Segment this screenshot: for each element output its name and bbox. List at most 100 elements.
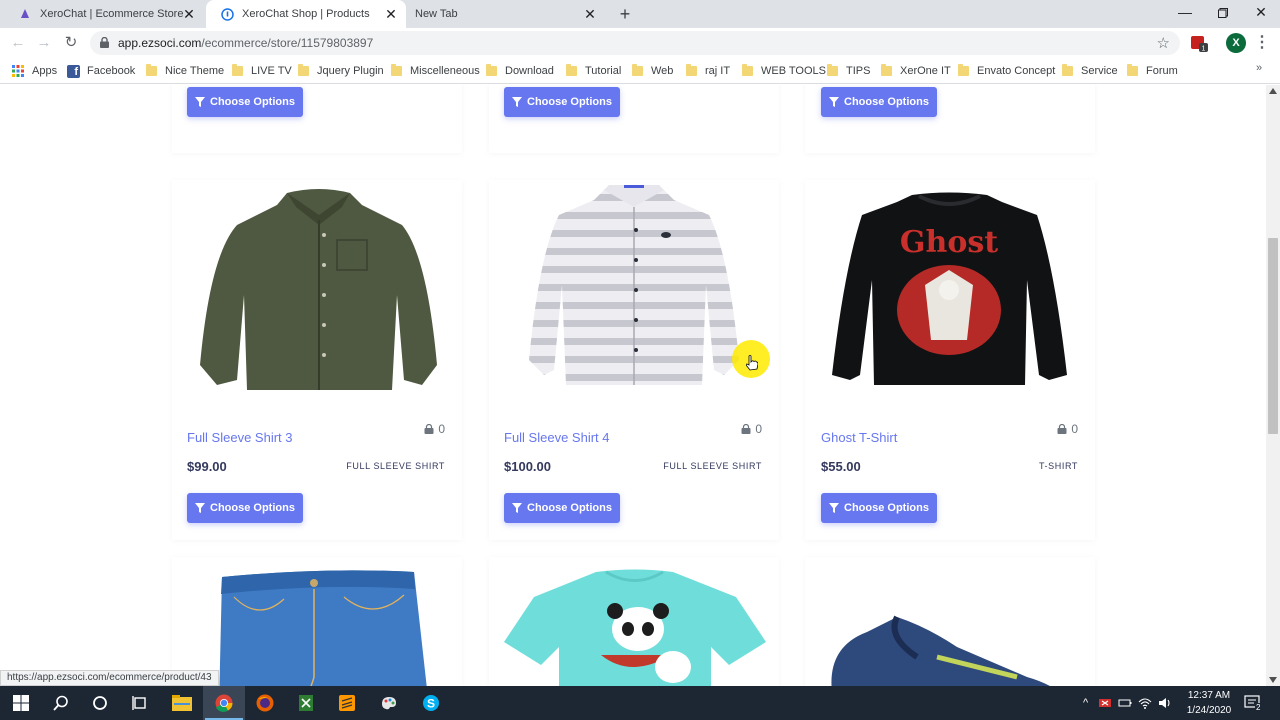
product-card[interactable]	[172, 557, 462, 686]
close-icon[interactable]: ✕	[583, 7, 597, 21]
chrome-menu-icon[interactable]: ⋮	[1254, 34, 1270, 52]
tab-shop-products[interactable]: XeroChat Shop | Products ✕	[206, 0, 406, 28]
sublime-icon[interactable]	[326, 686, 368, 720]
maximize-icon[interactable]	[1204, 0, 1242, 26]
bookmark-folder[interactable]: Envato Concept	[958, 63, 1055, 79]
store-page: Choose Options Choose Options Choose Opt…	[0, 85, 1266, 686]
close-icon[interactable]: ✕	[384, 7, 398, 21]
profile-avatar[interactable]: X	[1226, 33, 1246, 53]
panda-tshirt-image[interactable]	[501, 567, 769, 686]
browser-toolbar: ← → ↻ app.ezsoci.com/ecommerce/store/115…	[0, 28, 1280, 58]
firefox-icon[interactable]	[244, 686, 286, 720]
bookmark-label: Miscelleneous	[410, 65, 480, 77]
filter-icon	[829, 97, 840, 107]
minimize-icon[interactable]: —	[1166, 0, 1204, 26]
action-center-icon[interactable]: 2	[1244, 694, 1262, 712]
bookmark-label: Web	[651, 65, 674, 77]
start-icon[interactable]	[0, 686, 42, 720]
bookmark-folder[interactable]: raj IT	[686, 63, 730, 79]
scroll-up-icon[interactable]	[1269, 88, 1277, 94]
folder-icon	[686, 64, 697, 76]
bookmark-folder[interactable]: Tutorial	[566, 63, 621, 79]
choose-options-button[interactable]: Choose Options	[187, 493, 303, 523]
blue-jeans-image[interactable]	[214, 567, 434, 686]
close-window-icon[interactable]: ✕	[1242, 0, 1280, 26]
url-text: app.ezsoci.com/ecommerce/store/115798038…	[118, 36, 373, 50]
task-view-icon[interactable]	[119, 686, 161, 720]
bookmark-folder[interactable]: LIVE TV	[232, 63, 292, 79]
product-card[interactable]: Full Sleeve Shirt 3 0 $99.00 FULL SLEEVE…	[172, 180, 462, 540]
bookmark-folder[interactable]: XerOne IT	[881, 63, 951, 79]
product-name[interactable]: Full Sleeve Shirt 4	[504, 430, 610, 445]
folder-icon	[566, 64, 577, 76]
tab-ecommerce-store[interactable]: XeroChat | Ecommerce Store ✕	[4, 0, 204, 28]
count-value: 0	[438, 422, 445, 436]
bookmark-folder[interactable]: Nice Theme	[146, 63, 224, 79]
product-category: T-SHIRT	[1038, 461, 1078, 471]
olive-shirt-image[interactable]	[192, 185, 447, 395]
paint-icon[interactable]	[368, 686, 410, 720]
product-card[interactable]	[805, 557, 1095, 686]
product-card[interactable]: Ghost Ghost T-Shirt 0 $55.00 T-SHIRT Cho…	[805, 180, 1095, 540]
product-price: $99.00	[187, 459, 227, 474]
bag-icon	[424, 424, 434, 434]
windows-taskbar: S ^ 12:37 AM 1/24/2020 2	[0, 686, 1280, 720]
choose-options-button[interactable]: Choose Options	[821, 493, 937, 523]
wifi-icon[interactable]	[1138, 696, 1152, 710]
bookmark-label: Envato Concept	[977, 65, 1056, 77]
bookmark-facebook[interactable]: f Facebook	[67, 63, 135, 79]
choose-options-button[interactable]: Choose Options	[821, 87, 937, 117]
scrollbar-thumb[interactable]	[1268, 238, 1278, 434]
button-label: Choose Options	[527, 502, 612, 514]
bookmarks-bar: Apps f Facebook Nice Theme LIVE TV Jquer…	[0, 58, 1280, 84]
file-explorer-icon[interactable]	[161, 686, 203, 720]
reload-icon[interactable]: ↻	[61, 33, 81, 53]
ghost-longsleeve-image[interactable]: Ghost	[827, 190, 1072, 390]
url-path: /ecommerce/store/11579803897	[201, 36, 374, 50]
bookmark-apps[interactable]: Apps	[12, 63, 57, 79]
back-icon[interactable]: ←	[8, 33, 28, 53]
bookmark-folder[interactable]: Miscelleneous	[391, 63, 480, 79]
tab-new-tab[interactable]: New Tab ✕	[401, 0, 605, 28]
cortana-icon[interactable]	[79, 686, 121, 720]
choose-options-button[interactable]: Choose Options	[504, 87, 620, 117]
skype-icon[interactable]: S	[410, 686, 452, 720]
show-hidden-icons-icon[interactable]: ^	[1083, 697, 1088, 709]
scroll-down-icon[interactable]	[1269, 677, 1277, 683]
bookmark-label: Forum	[1146, 65, 1178, 77]
bookmark-folder[interactable]: TIPS	[827, 63, 870, 79]
close-icon[interactable]: ✕	[182, 7, 196, 21]
product-name[interactable]: Ghost T-Shirt	[821, 430, 897, 445]
excel-icon[interactable]	[285, 686, 327, 720]
bookmark-star-icon[interactable]: ☆	[1157, 34, 1170, 52]
bookmark-folder[interactable]: Jquery Plugin	[298, 63, 384, 79]
tab-strip: XeroChat | Ecommerce Store ✕ XeroChat Sh…	[0, 0, 1280, 28]
extension-icon[interactable]: 1	[1190, 34, 1208, 53]
bookmark-folder[interactable]: Service	[1062, 63, 1118, 79]
folder-icon	[632, 64, 643, 76]
bookmark-folder[interactable]: Forum	[1127, 63, 1178, 79]
forward-icon[interactable]: →	[34, 33, 54, 53]
battery-icon[interactable]	[1118, 696, 1132, 710]
clock-time: 12:37 AM	[1187, 690, 1231, 701]
network-warning-icon[interactable]	[1098, 696, 1112, 710]
bookmark-folder[interactable]: WEB TOOLS	[742, 63, 826, 79]
bookmark-label: Apps	[32, 65, 58, 77]
bookmarks-overflow-icon[interactable]: »	[1256, 62, 1262, 74]
search-icon[interactable]	[40, 686, 82, 720]
striped-shirt-image[interactable]	[524, 185, 744, 395]
hand-cursor-icon	[746, 355, 758, 371]
blue-sneaker-image[interactable]	[827, 607, 1072, 686]
volume-icon[interactable]	[1158, 696, 1172, 710]
url-host: app.ezsoci.com	[118, 36, 202, 50]
product-name[interactable]: Full Sleeve Shirt 3	[187, 430, 293, 445]
chrome-icon[interactable]	[203, 686, 245, 720]
taskbar-clock[interactable]: 12:37 AM 1/24/2020	[1176, 688, 1242, 718]
choose-options-button[interactable]: Choose Options	[504, 493, 620, 523]
choose-options-button[interactable]: Choose Options	[187, 87, 303, 117]
bookmark-folder[interactable]: Web	[632, 63, 673, 79]
address-bar[interactable]: app.ezsoci.com/ecommerce/store/115798038…	[90, 31, 1180, 55]
product-card[interactable]	[489, 557, 779, 686]
bookmark-folder[interactable]: Download	[486, 63, 554, 79]
new-tab-icon[interactable]: +	[615, 4, 635, 24]
